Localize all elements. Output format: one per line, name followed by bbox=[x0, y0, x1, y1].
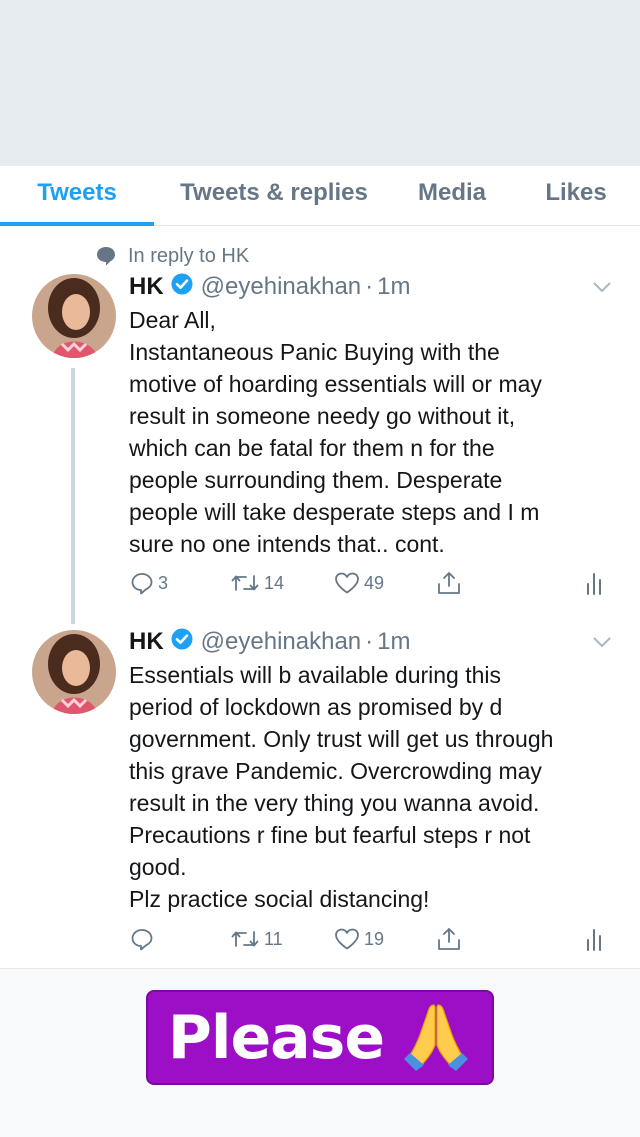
tweet-line: result in the very thing you wanna avoid… bbox=[129, 790, 540, 816]
analytics-button[interactable] bbox=[585, 925, 609, 953]
tweet-line: people surrounding them. Desperate bbox=[129, 467, 503, 493]
analytics-icon bbox=[587, 573, 601, 595]
separator-dot: · bbox=[365, 628, 374, 655]
reply-context[interactable]: In reply to HK bbox=[96, 243, 249, 269]
display-name[interactable]: HK bbox=[129, 273, 164, 301]
profile-photo-icon bbox=[32, 274, 116, 358]
share-icon bbox=[438, 572, 460, 594]
profile-photo-icon bbox=[32, 630, 116, 714]
timestamp[interactable]: 1m bbox=[377, 628, 410, 656]
tweet-text: Dear All, Instantaneous Panic Buying wit… bbox=[129, 304, 619, 560]
verified-badge-icon bbox=[171, 273, 193, 302]
share-button[interactable] bbox=[436, 569, 466, 597]
reply-icon bbox=[131, 573, 153, 595]
share-button[interactable] bbox=[436, 925, 466, 953]
tweet-line: this grave Pandemic. Overcrowding may bbox=[129, 758, 542, 784]
profile-header-background bbox=[0, 0, 640, 166]
like-count: 19 bbox=[364, 928, 385, 949]
tab-tweets-and-replies[interactable]: Tweets & replies bbox=[160, 166, 388, 226]
separator-dot: · bbox=[365, 273, 374, 300]
avatar[interactable] bbox=[32, 274, 116, 358]
analytics-icon bbox=[587, 929, 601, 951]
retweet-count: 14 bbox=[264, 572, 285, 593]
active-tab-indicator bbox=[0, 222, 154, 226]
reply-context-label: In reply to HK bbox=[128, 244, 250, 267]
sticker-text: Please bbox=[167, 1002, 385, 1073]
retweet-icon bbox=[231, 575, 259, 591]
retweet-button[interactable]: 11 bbox=[230, 925, 283, 953]
tweet-line: period of lockdown as promised by d bbox=[129, 694, 503, 720]
tab-tweets[interactable]: Tweets bbox=[0, 166, 154, 226]
heart-icon bbox=[335, 928, 359, 950]
tweet-line: Plz practice social distancing! bbox=[129, 886, 430, 912]
tweet-line: sure no one intends that.. cont. bbox=[129, 531, 445, 557]
retweet-count: 11 bbox=[264, 928, 283, 949]
thread-connector bbox=[71, 368, 75, 624]
avatar[interactable] bbox=[32, 630, 116, 714]
tweet-line: which can be fatal for them n for the bbox=[129, 435, 495, 461]
please-sticker: Please bbox=[146, 990, 494, 1085]
tab-media[interactable]: Media bbox=[398, 166, 506, 226]
tweet-line: Essentials will b available during this bbox=[129, 662, 502, 688]
folded-hands-icon bbox=[400, 999, 472, 1076]
heart-icon bbox=[335, 572, 359, 594]
analytics-button[interactable] bbox=[585, 569, 609, 597]
tweet-header: HK @eyehinakhan · 1m bbox=[129, 270, 411, 304]
speech-bubble-icon bbox=[97, 247, 115, 266]
tweet-line: Dear All, bbox=[129, 307, 216, 333]
tweet-line: Precautions r fine but fearful steps r n… bbox=[129, 822, 531, 848]
reply-button[interactable] bbox=[130, 925, 158, 953]
tab-likes[interactable]: Likes bbox=[528, 166, 624, 226]
tweet-line: good. bbox=[129, 854, 187, 880]
display-name[interactable]: HK bbox=[129, 628, 164, 656]
profile-tabs: Tweets Tweets & replies Media Likes bbox=[0, 166, 640, 226]
share-icon bbox=[438, 928, 460, 950]
tweet-line: motive of hoarding essentials will or ma… bbox=[129, 371, 542, 397]
like-button[interactable]: 19 bbox=[334, 925, 384, 953]
chevron-down-icon[interactable] bbox=[592, 635, 612, 649]
like-count: 49 bbox=[364, 572, 385, 593]
handle[interactable]: @eyehinakhan bbox=[201, 628, 361, 656]
retweet-button[interactable]: 14 bbox=[230, 569, 284, 597]
reply-icon bbox=[131, 929, 153, 951]
tweet-line: people will take desperate steps and I m bbox=[129, 499, 540, 525]
like-button[interactable]: 49 bbox=[334, 569, 384, 597]
retweet-icon bbox=[231, 931, 259, 947]
handle[interactable]: @eyehinakhan bbox=[201, 273, 361, 301]
reply-button[interactable]: 3 bbox=[130, 569, 168, 597]
reply-count: 3 bbox=[158, 572, 169, 593]
tweet-line: Instantaneous Panic Buying with the bbox=[129, 339, 500, 365]
tweet-text: Essentials will b available during this … bbox=[129, 659, 619, 915]
timestamp[interactable]: 1m bbox=[377, 273, 410, 301]
tweet-line: government. Only trust will get us throu… bbox=[129, 726, 554, 752]
chevron-down-icon[interactable] bbox=[592, 280, 612, 294]
tweet-header: HK @eyehinakhan · 1m bbox=[129, 625, 411, 659]
verified-badge-icon bbox=[171, 628, 193, 657]
tweet-line: result in someone needy go without it, bbox=[129, 403, 516, 429]
